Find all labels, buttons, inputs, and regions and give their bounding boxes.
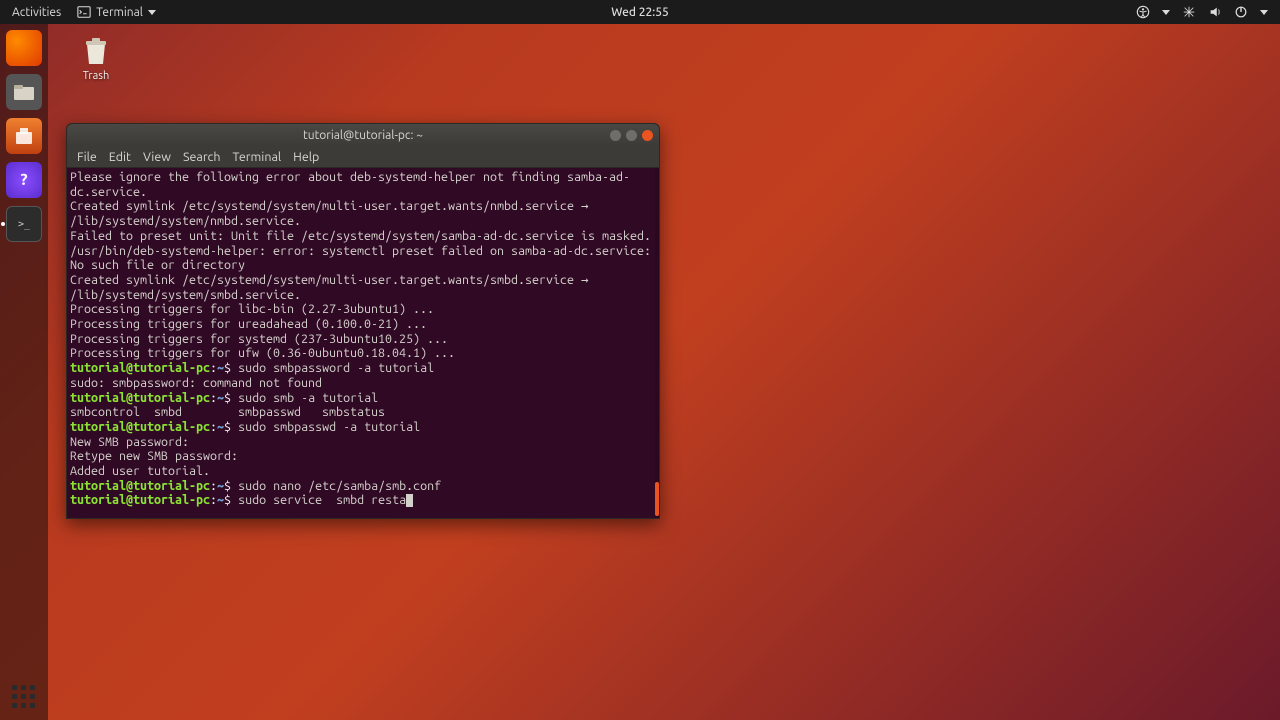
terminal-icon [77, 5, 91, 19]
clock[interactable]: Wed 22:55 [611, 6, 669, 19]
menu-file[interactable]: File [77, 150, 97, 164]
dock-software[interactable] [6, 118, 42, 154]
activities-button[interactable]: Activities [12, 6, 61, 19]
power-icon[interactable] [1234, 5, 1248, 19]
show-applications-button[interactable] [12, 685, 35, 708]
menu-help[interactable]: Help [293, 150, 319, 164]
trash-icon [79, 34, 113, 68]
menu-search[interactable]: Search [183, 150, 221, 164]
top-panel: Activities Terminal Wed 22:55 [0, 0, 1280, 24]
dock-terminal[interactable] [6, 206, 42, 242]
close-button[interactable] [642, 130, 653, 141]
launcher-dock: ? [0, 24, 48, 720]
dock-help[interactable]: ? [6, 162, 42, 198]
chevron-down-icon [1260, 10, 1268, 15]
network-icon[interactable] [1182, 5, 1196, 19]
minimize-button[interactable] [610, 130, 621, 141]
trash-label: Trash [83, 70, 110, 82]
menu-view[interactable]: View [143, 150, 171, 164]
maximize-button[interactable] [626, 130, 637, 141]
scrollbar[interactable] [655, 168, 659, 518]
desktop-trash[interactable]: Trash [68, 34, 124, 82]
app-menu-label: Terminal [96, 6, 143, 19]
terminal-window: tutorial@tutorial-pc: ~ File Edit View S… [66, 123, 660, 519]
window-title: tutorial@tutorial-pc: ~ [303, 129, 423, 142]
titlebar[interactable]: tutorial@tutorial-pc: ~ [67, 124, 659, 146]
chevron-down-icon [148, 10, 156, 15]
dock-files[interactable] [6, 74, 42, 110]
app-menu[interactable]: Terminal [77, 5, 156, 19]
chevron-down-icon [1162, 10, 1170, 15]
menu-edit[interactable]: Edit [109, 150, 131, 164]
dock-firefox[interactable] [6, 30, 42, 66]
volume-icon[interactable] [1208, 5, 1222, 19]
accessibility-icon[interactable] [1136, 5, 1150, 19]
menubar: File Edit View Search Terminal Help [67, 146, 659, 168]
menu-terminal[interactable]: Terminal [233, 150, 282, 164]
scrollbar-thumb[interactable] [655, 482, 659, 516]
terminal-output[interactable]: Please ignore the following error about … [67, 168, 659, 518]
text-cursor [406, 494, 413, 507]
